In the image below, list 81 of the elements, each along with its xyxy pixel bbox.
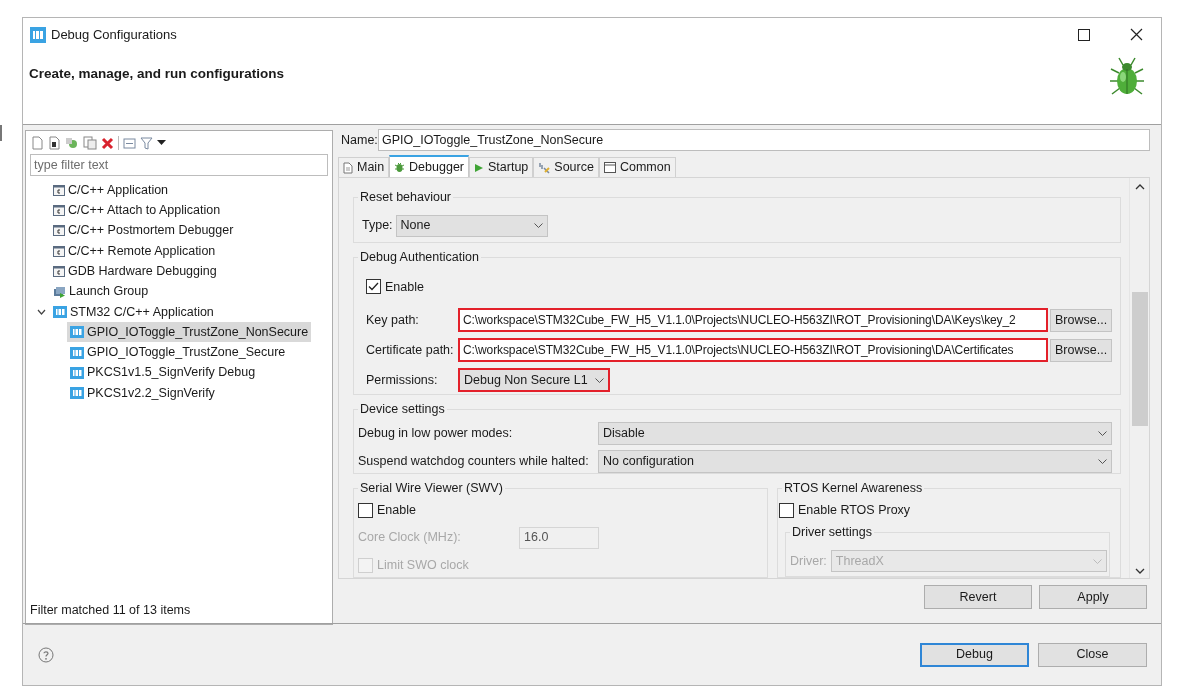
window-title: Debug Configurations bbox=[51, 25, 177, 44]
tab[interactable]: Source bbox=[533, 157, 599, 177]
c-launch-icon bbox=[53, 204, 65, 216]
tree-item[interactable]: GPIO_IOToggle_TrustZone_Secure bbox=[67, 342, 289, 363]
ide-icon bbox=[70, 366, 84, 379]
c-launch-icon bbox=[53, 184, 65, 196]
checkbox[interactable] bbox=[779, 502, 794, 518]
tab[interactable]: Startup bbox=[469, 157, 534, 177]
window-icon bbox=[603, 162, 616, 173]
scrollbar[interactable] bbox=[1129, 178, 1149, 578]
field-label: Key path: bbox=[366, 311, 420, 329]
ide-icon bbox=[53, 305, 67, 318]
checkbox-label: Enable bbox=[377, 502, 416, 519]
tree-item[interactable]: PKCS1v1.5_SignVerify Debug bbox=[67, 362, 259, 383]
setting-label: Debug in low power modes: bbox=[358, 424, 514, 442]
document-icon bbox=[343, 161, 353, 174]
collapse-all-icon[interactable] bbox=[123, 136, 136, 150]
ide-icon bbox=[70, 387, 84, 400]
type-label: Type: bbox=[362, 217, 393, 235]
checkbox[interactable] bbox=[366, 279, 381, 295]
field-label: Driver: bbox=[790, 553, 827, 570]
setting-dropdown[interactable]: Disable bbox=[598, 421, 1112, 445]
driver-dropdown: ThreadX bbox=[830, 550, 1107, 573]
tab[interactable]: Main bbox=[338, 157, 390, 177]
play-icon bbox=[474, 162, 484, 173]
name-label: Name: bbox=[340, 131, 378, 149]
c-launch-icon bbox=[53, 245, 65, 257]
tree-item[interactable]: Launch Group bbox=[50, 281, 152, 302]
permissions-dropdown[interactable]: Debug Non Secure L1 bbox=[458, 368, 610, 393]
dropdown-caret-icon[interactable] bbox=[157, 140, 166, 146]
core-clock-field: 16.0 bbox=[519, 526, 599, 549]
checkbox[interactable] bbox=[358, 502, 373, 518]
name-field[interactable]: GPIO_IOToggle_TrustZone_NonSecure bbox=[377, 129, 1150, 151]
c-launch-icon bbox=[53, 265, 65, 277]
close-icon[interactable] bbox=[1130, 28, 1143, 41]
checkbox-label: Enable RTOS Proxy bbox=[798, 502, 911, 519]
setting-dropdown[interactable]: No configuration bbox=[598, 449, 1112, 473]
dialog-button[interactable]: Close bbox=[1038, 642, 1147, 667]
ide-icon bbox=[70, 326, 84, 339]
tree-item[interactable]: C/C++ Attach to Application bbox=[50, 200, 224, 221]
setting-label: Suspend watchdog counters while halted: bbox=[358, 452, 590, 470]
scrollbar-thumb[interactable] bbox=[1131, 292, 1148, 426]
tab[interactable]: Common bbox=[598, 157, 676, 177]
path-field[interactable]: C:\workspace\STM32Cube_FW_H5_V1.1.0\Projects\NUCLEO-H563ZI\ROT_Provisioning\DA\Keys\key_2 bbox=[458, 308, 1048, 333]
browse-button[interactable]: Browse... bbox=[1050, 308, 1113, 332]
action-button[interactable]: Apply bbox=[1039, 585, 1147, 609]
checkbox-label: Enable bbox=[385, 278, 424, 296]
scroll-up-icon[interactable] bbox=[1134, 184, 1145, 190]
expand-toggle-icon[interactable] bbox=[36, 308, 46, 315]
status-text: Filter matched 11 of 13 items bbox=[29, 602, 192, 620]
new-prototype-icon[interactable] bbox=[48, 136, 61, 150]
field-label: Certificate path: bbox=[366, 341, 455, 359]
browse-button[interactable]: Browse... bbox=[1050, 338, 1113, 362]
tree-item[interactable]: C/C++ Application bbox=[50, 180, 172, 201]
checkbox-label: Limit SWO clock bbox=[377, 556, 469, 574]
launch-group-icon bbox=[53, 285, 66, 298]
type-dropdown[interactable]: None bbox=[395, 214, 548, 237]
field-label: Core Clock (MHz): bbox=[358, 529, 462, 547]
bug-icon bbox=[394, 161, 406, 173]
action-button[interactable]: Revert bbox=[924, 585, 1032, 609]
path-field[interactable]: C:\workspace\STM32Cube_FW_H5_V1.1.0\Projects\NUCLEO-H563ZI\ROT_Provisioning\DA\Certificates bbox=[458, 338, 1048, 363]
field-label: Permissions: bbox=[366, 371, 439, 389]
tree-item[interactable]: C/C++ Postmortem Debugger bbox=[50, 220, 237, 241]
tree-item[interactable]: C/C++ Remote Application bbox=[50, 241, 219, 262]
app-icon bbox=[30, 26, 46, 43]
filter-field[interactable]: type filter text bbox=[30, 154, 328, 176]
c-launch-icon bbox=[53, 225, 65, 237]
group-title: Serial Wire Viewer (SWV) bbox=[358, 480, 505, 496]
tree-item[interactable]: PKCS1v2.2_SignVerify bbox=[67, 383, 218, 404]
tree-item[interactable]: GDB Hardware Debugging bbox=[50, 261, 220, 282]
dialog-button[interactable]: Debug bbox=[920, 642, 1029, 667]
scroll-down-icon[interactable] bbox=[1134, 568, 1145, 574]
dialog-heading: Create, manage, and run configurations bbox=[29, 65, 285, 83]
delete-icon[interactable] bbox=[101, 136, 114, 150]
ide-icon bbox=[70, 346, 84, 359]
help-icon[interactable] bbox=[38, 646, 54, 663]
tab[interactable]: Debugger bbox=[389, 155, 469, 177]
tree-item[interactable]: STM32 C/C++ Application bbox=[50, 301, 217, 322]
source-icon bbox=[538, 161, 551, 174]
maximize-icon[interactable] bbox=[1078, 28, 1090, 41]
tree-item[interactable]: GPIO_IOToggle_TrustZone_NonSecure bbox=[67, 322, 312, 343]
